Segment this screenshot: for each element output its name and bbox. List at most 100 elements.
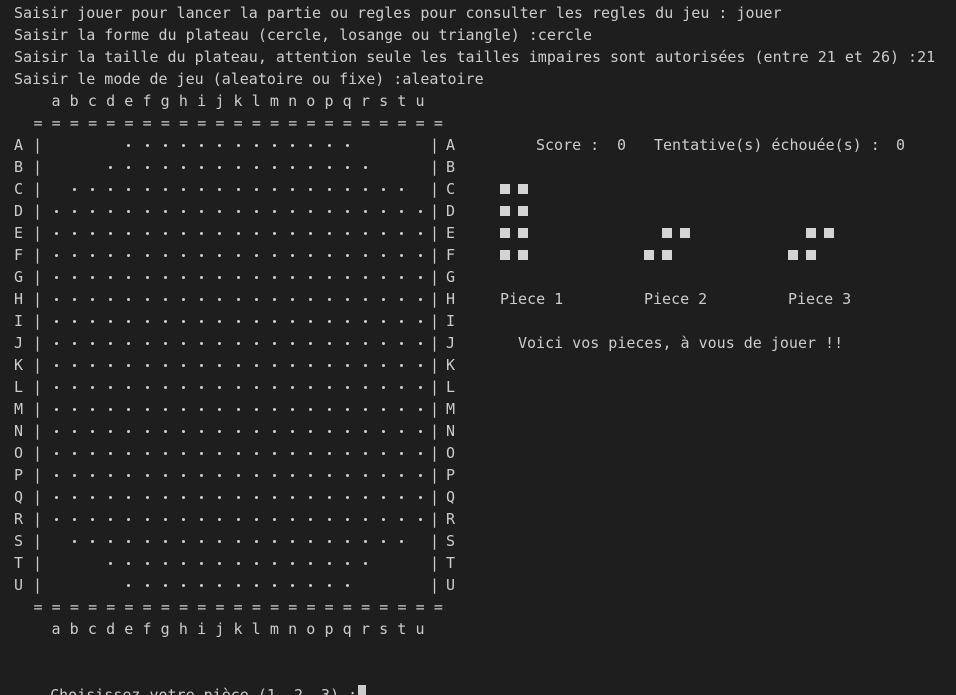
- piece-1-label: Piece 1: [500, 290, 564, 308]
- board-cell-empty: [272, 276, 276, 279]
- board-cell-empty: [163, 144, 167, 147]
- separator-top: =: [179, 114, 189, 132]
- board-cell-empty: [90, 320, 94, 323]
- separator-bottom: =: [324, 598, 334, 616]
- board-cell-empty: [218, 298, 222, 301]
- board-cell-empty: [309, 254, 313, 257]
- board-cell-empty: [382, 342, 386, 345]
- board-cell-empty: [400, 210, 404, 213]
- board-cell-empty: [400, 254, 404, 257]
- board-cell-empty: [145, 474, 149, 477]
- board-cell-empty: [145, 364, 149, 367]
- board-border-left: |: [33, 290, 43, 308]
- board-cell-empty: [236, 298, 240, 301]
- piece-1-block: [500, 228, 510, 238]
- separator-bottom: =: [124, 598, 134, 616]
- row-label-right: P: [446, 466, 456, 484]
- board-cell-empty: [254, 452, 258, 455]
- row-label-right: S: [446, 532, 456, 550]
- board-cell-empty: [90, 232, 94, 235]
- input-line[interactable]: Choisissez votre pièce (1, 2, 3) :: [14, 662, 367, 695]
- board-cell-empty: [291, 210, 295, 213]
- board-cell-empty: [345, 562, 349, 565]
- board-cell-empty: [72, 188, 76, 191]
- board-cell-empty: [54, 254, 58, 257]
- board-cell-empty: [127, 474, 131, 477]
- board-border-left: |: [33, 202, 43, 220]
- column-header-top: n: [288, 92, 298, 110]
- board-cell-empty: [54, 210, 58, 213]
- board-cell-empty: [72, 276, 76, 279]
- board-cell-empty: [382, 518, 386, 521]
- board-cell-empty: [127, 518, 131, 521]
- column-header-top: p: [324, 92, 334, 110]
- board-cell-empty: [363, 298, 367, 301]
- board-cell-empty: [145, 144, 149, 147]
- board-cell-empty: [109, 342, 113, 345]
- board-cell-empty: [72, 518, 76, 521]
- board-cell-empty: [254, 474, 258, 477]
- board-cell-empty: [309, 276, 313, 279]
- board-cell-empty: [90, 386, 94, 389]
- board-cell-empty: [127, 188, 131, 191]
- board-cell-empty: [145, 298, 149, 301]
- board-cell-empty: [291, 276, 295, 279]
- board-cell-empty: [345, 408, 349, 411]
- board-cell-empty: [236, 320, 240, 323]
- column-header-bottom: c: [87, 620, 97, 638]
- board-cell-empty: [218, 386, 222, 389]
- board-cell-empty: [363, 254, 367, 257]
- text-cursor[interactable]: [358, 685, 367, 695]
- board-cell-empty: [309, 364, 313, 367]
- board-cell-empty: [200, 408, 204, 411]
- board-border-right: |: [430, 202, 440, 220]
- board-cell-empty: [90, 408, 94, 411]
- board-cell-empty: [309, 540, 313, 543]
- board-cell-empty: [363, 430, 367, 433]
- board-cell-empty: [72, 474, 76, 477]
- row-label-left: G: [14, 268, 24, 286]
- board-cell-empty: [418, 518, 422, 521]
- board-cell-empty: [127, 452, 131, 455]
- board-cell-empty: [327, 452, 331, 455]
- board-cell-empty: [127, 584, 131, 587]
- board-cell-empty: [345, 276, 349, 279]
- board-cell-empty: [72, 496, 76, 499]
- board-cell-empty: [181, 232, 185, 235]
- column-header-bottom: a: [51, 620, 61, 638]
- board-cell-empty: [218, 210, 222, 213]
- board-cell-empty: [363, 188, 367, 191]
- board-cell-empty: [200, 540, 204, 543]
- board-cell-empty: [400, 430, 404, 433]
- board-cell-empty: [236, 562, 240, 565]
- board-border-right: |: [430, 136, 440, 154]
- board-cell-empty: [72, 452, 76, 455]
- board-cell-empty: [345, 298, 349, 301]
- board-cell-empty: [236, 474, 240, 477]
- board-cell-empty: [236, 166, 240, 169]
- board-cell-empty: [272, 562, 276, 565]
- board-cell-empty: [400, 540, 404, 543]
- board-cell-empty: [272, 474, 276, 477]
- board-cell-empty: [400, 518, 404, 521]
- board-cell-empty: [418, 364, 422, 367]
- board-cell-empty: [145, 540, 149, 543]
- board-cell-empty: [382, 430, 386, 433]
- separator-bottom: =: [306, 598, 316, 616]
- column-header-bottom: t: [397, 620, 407, 638]
- board-cell-empty: [345, 474, 349, 477]
- board-border-right: |: [430, 268, 440, 286]
- board-cell-empty: [254, 298, 258, 301]
- separator-bottom: =: [33, 598, 43, 616]
- board-cell-empty: [127, 562, 131, 565]
- prompt-line-3: Saisir la taille du plateau, attention s…: [14, 48, 936, 66]
- board-cell-empty: [236, 540, 240, 543]
- separator-top: =: [233, 114, 243, 132]
- board-cell-empty: [236, 276, 240, 279]
- board-cell-empty: [181, 518, 185, 521]
- separator-bottom: =: [69, 598, 79, 616]
- board-cell-empty: [272, 298, 276, 301]
- board-cell-empty: [218, 496, 222, 499]
- board-cell-empty: [254, 188, 258, 191]
- board-cell-empty: [327, 540, 331, 543]
